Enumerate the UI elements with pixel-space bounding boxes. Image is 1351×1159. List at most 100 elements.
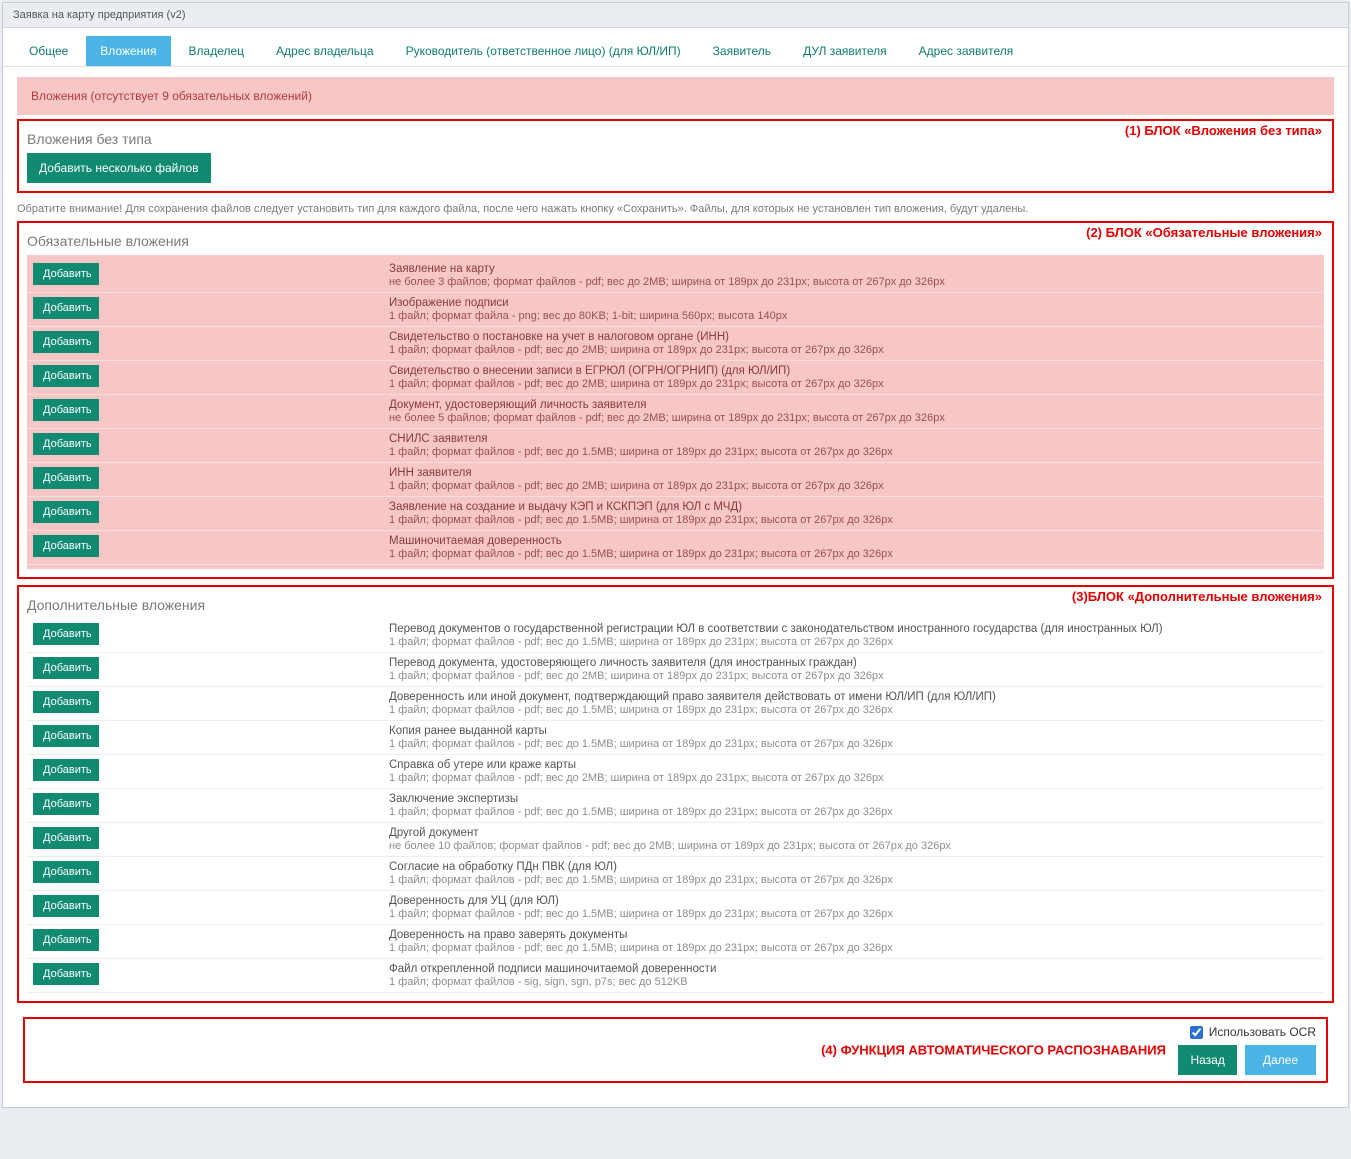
optional-desc: 1 файл; формат файлов - pdf; вес до 1.5M… <box>389 806 1318 818</box>
tab-7[interactable]: Адрес заявителя <box>905 36 1028 66</box>
required-add-button[interactable]: Добавить <box>33 467 99 489</box>
optional-title: Доверенность для УЦ (для ЮЛ) <box>389 895 1318 907</box>
optional-row: Добавить Доверенность или иной документ, … <box>27 687 1324 721</box>
app-window: Заявка на карту предприятия (v2) ОбщееВл… <box>2 2 1349 1108</box>
required-title: Свидетельство о внесении записи в ЕГРЮЛ … <box>389 365 1318 377</box>
optional-add-button[interactable]: Добавить <box>33 623 99 645</box>
content-area: Вложения (отсутствует 9 обязательных вло… <box>3 67 1348 1107</box>
optional-row: Добавить Перевод документа, удостоверяюще… <box>27 653 1324 687</box>
optional-title: Перевод документов о государственной рег… <box>389 623 1318 635</box>
optional-add-button[interactable]: Добавить <box>33 793 99 815</box>
optional-add-button[interactable]: Добавить <box>33 691 99 713</box>
tab-5[interactable]: Заявитель <box>699 36 785 66</box>
add-multiple-files-button[interactable]: Добавить несколько файлов <box>27 153 211 183</box>
optional-add-button[interactable]: Добавить <box>33 963 99 985</box>
optional-add-button[interactable]: Добавить <box>33 657 99 679</box>
required-row: Добавить Документ, удостоверяющий личност… <box>27 395 1324 429</box>
ocr-row[interactable]: Использовать OCR <box>1190 1025 1316 1039</box>
block-optional-header: Дополнительные вложения <box>27 593 205 619</box>
optional-desc: 1 файл; формат файлов - pdf; вес до 1.5M… <box>389 874 1318 886</box>
optional-add-button[interactable]: Добавить <box>33 861 99 883</box>
tab-4[interactable]: Руководитель (ответственное лицо) (для Ю… <box>392 36 695 66</box>
tab-3[interactable]: Адрес владельца <box>262 36 388 66</box>
required-add-button[interactable]: Добавить <box>33 297 99 319</box>
optional-row: Добавить Согласие на обработку ПДн ПВК (д… <box>27 857 1324 891</box>
required-row: ДобавитьИНН заявителя1 файл; формат файл… <box>27 463 1324 497</box>
required-desc: не более 3 файлов; формат файлов - pdf; … <box>389 276 1318 288</box>
optional-add-button[interactable]: Добавить <box>33 725 99 747</box>
required-row: Добавить Свидетельство о внесении записи … <box>27 361 1324 395</box>
save-note: Обратите внимание! Для сохранения файлов… <box>17 199 1334 221</box>
required-add-button[interactable]: Добавить <box>33 399 99 421</box>
footer-badge: (4) ФУНКЦИЯ АВТОМАТИЧЕСКОГО РАСПОЗНАВАНИ… <box>821 1043 1166 1058</box>
tab-1[interactable]: Вложения <box>86 36 170 66</box>
block-optional: Дополнительные вложения (3)БЛОК «Дополни… <box>17 585 1334 1003</box>
tab-6[interactable]: ДУЛ заявителя <box>789 36 901 66</box>
ocr-label: Использовать OCR <box>1209 1025 1316 1039</box>
optional-row: Добавить Другой документне более 10 файло… <box>27 823 1324 857</box>
optional-add-button[interactable]: Добавить <box>33 895 99 917</box>
required-row: Добавить СНИЛС заявителя1 файл; формат фа… <box>27 429 1324 463</box>
required-desc: 1 файл; формат файлов - pdf; вес до 1.5M… <box>389 446 1318 458</box>
ocr-checkbox[interactable] <box>1190 1026 1203 1039</box>
required-add-button[interactable]: Добавить <box>33 365 99 387</box>
back-button[interactable]: Назад <box>1178 1045 1236 1075</box>
required-title: Документ, удостоверяющий личность заявит… <box>389 399 1318 411</box>
optional-title: Доверенность или иной документ, подтверж… <box>389 691 1318 703</box>
optional-row: Добавить Копия ранее выданной карты1 файл… <box>27 721 1324 755</box>
required-add-button[interactable]: Добавить <box>33 535 99 557</box>
required-row: ДобавитьИзображение подписи1 файл; форма… <box>27 293 1324 327</box>
optional-desc: не более 10 файлов; формат файлов - pdf;… <box>389 840 1318 852</box>
required-add-button[interactable]: Добавить <box>33 433 99 455</box>
optional-list: Добавить Перевод документов о государстве… <box>27 619 1324 993</box>
optional-title: Перевод документа, удостоверяющего лично… <box>389 657 1318 669</box>
tab-bar: ОбщееВложенияВладелецАдрес владельцаРуко… <box>3 28 1348 67</box>
optional-add-button[interactable]: Добавить <box>33 759 99 781</box>
optional-row: Добавить Доверенность на право заверять д… <box>27 925 1324 959</box>
optional-desc: 1 файл; формат файлов - pdf; вес до 1.5M… <box>389 704 1318 716</box>
required-add-button[interactable]: Добавить <box>33 263 99 285</box>
required-title: Заявление на карту <box>389 263 1318 275</box>
required-desc: 1 файл; формат файлов - pdf; вес до 1.5M… <box>389 514 1318 526</box>
tab-0[interactable]: Общее <box>15 36 82 66</box>
optional-title: Копия ранее выданной карты <box>389 725 1318 737</box>
next-button[interactable]: Далее <box>1245 1045 1316 1075</box>
footer-block: (4) ФУНКЦИЯ АВТОМАТИЧЕСКОГО РАСПОЗНАВАНИ… <box>23 1017 1328 1083</box>
required-add-button[interactable]: Добавить <box>33 331 99 353</box>
required-title: Машиночитаемая доверенность <box>389 535 1318 547</box>
block-optional-badge: (3)БЛОК «Дополнительные вложения» <box>1070 589 1324 604</box>
required-row: Добавить Заявление на картуне более 3 фай… <box>27 259 1324 293</box>
required-row: Добавить Заявление на создание и выдачу К… <box>27 497 1324 531</box>
optional-desc: 1 файл; формат файлов - pdf; вес до 1.5M… <box>389 942 1318 954</box>
required-desc: 1 файл; формат файлов - pdf; вес до 2MB;… <box>389 378 1318 390</box>
optional-title: Согласие на обработку ПДн ПВК (для ЮЛ) <box>389 861 1318 873</box>
required-desc: 1 файл; формат файлов - pdf; вес до 1.5M… <box>389 548 1318 560</box>
optional-title: Доверенность на право заверять документы <box>389 929 1318 941</box>
required-title: ИНН заявителя <box>389 467 1318 479</box>
optional-add-button[interactable]: Добавить <box>33 929 99 951</box>
optional-row: Добавить Файл открепленной подписи машино… <box>27 959 1324 993</box>
optional-desc: 1 файл; формат файлов - pdf; вес до 1.5M… <box>389 908 1318 920</box>
required-desc: не более 5 файлов; формат файлов - pdf; … <box>389 412 1318 424</box>
required-title: СНИЛС заявителя <box>389 433 1318 445</box>
optional-desc: 1 файл; формат файлов - pdf; вес до 1.5M… <box>389 738 1318 750</box>
optional-desc: 1 файл; формат файлов - pdf; вес до 2MB;… <box>389 772 1318 784</box>
block-untyped: Вложения без типа (1) БЛОК «Вложения без… <box>17 119 1334 193</box>
block-required: Обязательные вложения (2) БЛОК «Обязател… <box>17 221 1334 579</box>
required-row: Добавить Свидетельство о постановке на уч… <box>27 327 1324 361</box>
optional-row: Добавить Перевод документов о государстве… <box>27 619 1324 653</box>
required-title: Свидетельство о постановке на учет в нал… <box>389 331 1318 343</box>
required-title: Заявление на создание и выдачу КЭП и КСК… <box>389 501 1318 513</box>
optional-add-button[interactable]: Добавить <box>33 827 99 849</box>
optional-title: Другой документ <box>389 827 1318 839</box>
optional-row: ДобавитьСправка об утере или краже карты… <box>27 755 1324 789</box>
optional-row: Добавить Заключение экспертизы1 файл; фор… <box>27 789 1324 823</box>
required-list: Добавить Заявление на картуне более 3 фай… <box>27 255 1324 569</box>
optional-desc: 1 файл; формат файлов - pdf; вес до 1.5M… <box>389 636 1318 648</box>
block-untyped-header: Вложения без типа <box>27 127 152 153</box>
window-title: Заявка на карту предприятия (v2) <box>3 3 1348 28</box>
optional-title: Заключение экспертизы <box>389 793 1318 805</box>
tab-2[interactable]: Владелец <box>175 36 259 66</box>
required-add-button[interactable]: Добавить <box>33 501 99 523</box>
optional-title: Файл открепленной подписи машиночитаемой… <box>389 963 1318 975</box>
